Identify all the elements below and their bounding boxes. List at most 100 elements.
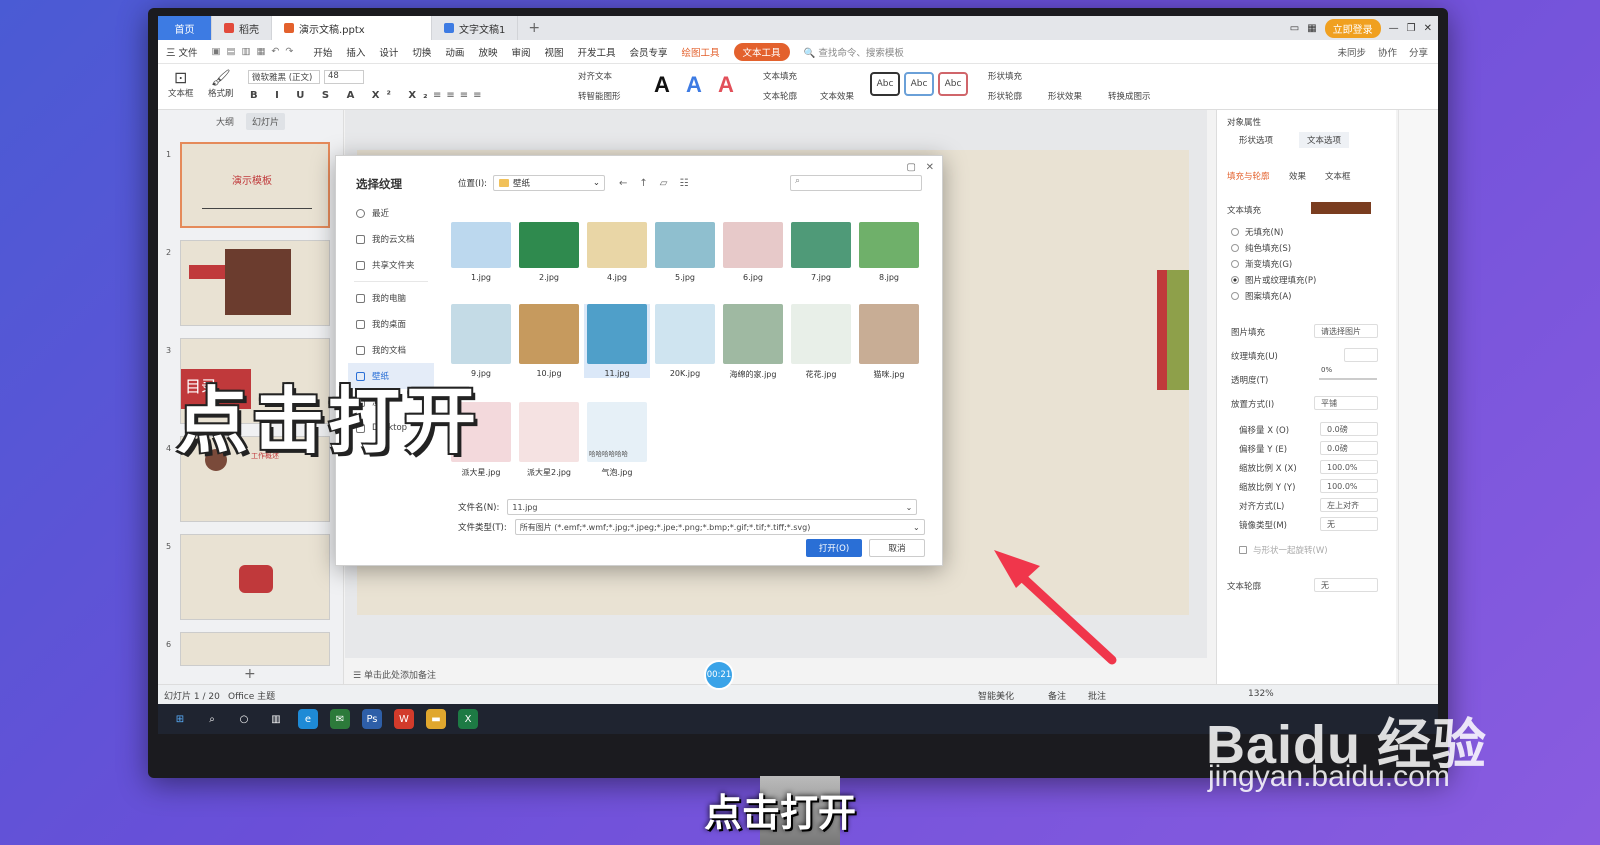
shape-fill-button[interactable]: 形状填充 <box>988 70 1022 82</box>
subtab-fill-outline[interactable]: 填充与轮廓 <box>1227 170 1270 182</box>
scale-y-stepper[interactable]: 100.0% <box>1320 479 1378 493</box>
nav-recent[interactable]: 最近 <box>348 200 434 226</box>
back-icon[interactable]: ← <box>619 178 627 189</box>
slide-thumb-2[interactable] <box>180 240 330 326</box>
quick-access-icons[interactable]: ▣▤▥▦↶↷ <box>212 46 300 57</box>
beautify-button[interactable]: 智能美化 <box>978 689 1014 702</box>
menu-devtools[interactable]: 开发工具 <box>577 45 615 59</box>
opt-no-fill[interactable]: 无填充(N) <box>1231 226 1284 238</box>
file-item[interactable]: 7.jpg <box>788 222 854 282</box>
smart-shape-button[interactable]: 转智能图形 <box>578 90 621 102</box>
menu-member[interactable]: 会员专享 <box>630 45 668 59</box>
share-button[interactable]: 分享 <box>1409 45 1428 59</box>
file-item[interactable]: 8.jpg <box>856 222 922 282</box>
tab-text-options[interactable]: 文本选项 <box>1299 132 1350 148</box>
open-button[interactable]: 打开(O) <box>806 539 862 557</box>
align-select[interactable]: 左上对齐 <box>1320 498 1378 512</box>
cortana-icon[interactable]: ○ <box>234 709 254 729</box>
login-button[interactable]: 立即登录 <box>1324 19 1381 38</box>
slide-thumb-5[interactable] <box>180 534 330 620</box>
file-item[interactable]: 4.jpg <box>584 222 650 282</box>
menu-view[interactable]: 视图 <box>544 45 563 59</box>
excel-icon[interactable]: X <box>458 709 478 729</box>
menu-text-tool[interactable]: 文本工具 <box>733 42 790 61</box>
opt-gradient-fill[interactable]: 渐变填充(G) <box>1231 258 1292 270</box>
file-item[interactable]: 海绵的家.jpg <box>720 304 786 380</box>
text-effect-button[interactable]: 文本效果 <box>820 90 854 102</box>
nav-shared[interactable]: 共享文件夹 <box>348 252 434 278</box>
notes-bar[interactable]: ☰ 单击此处添加备注 <box>345 664 1207 684</box>
slide-thumb-1[interactable]: 演示模板 <box>180 142 330 228</box>
notes-button[interactable]: 备注 <box>1048 689 1066 702</box>
ps-icon[interactable]: Ps <box>362 709 382 729</box>
file-item[interactable]: 1.jpg <box>448 222 514 282</box>
menu-transition[interactable]: 切换 <box>412 45 431 59</box>
texture-fill-select[interactable] <box>1344 348 1378 362</box>
textbox-button[interactable]: ⊡ 文本框 <box>168 68 194 99</box>
grid-icon[interactable]: ▦ <box>1307 23 1316 34</box>
file-item[interactable]: 6.jpg <box>720 222 786 282</box>
cancel-button[interactable]: 取消 <box>869 539 925 557</box>
close-icon[interactable]: ✕ <box>1424 23 1432 34</box>
zoom-level[interactable]: 132% <box>1248 689 1274 699</box>
location-select[interactable]: 壁纸 ⌄ <box>493 175 606 191</box>
up-icon[interactable]: ↑ <box>639 178 647 189</box>
tab-outline[interactable]: 大纲 <box>216 115 234 128</box>
shape-style-1[interactable]: Abc <box>870 72 900 96</box>
font-size-select[interactable]: 48 <box>324 70 364 84</box>
wps-icon[interactable]: W <box>394 709 414 729</box>
file-item[interactable]: 20K.jpg <box>652 304 718 378</box>
format-brush-button[interactable]: 🖌 格式刷 <box>208 68 234 99</box>
tab-slides[interactable]: 幻灯片 <box>246 112 286 130</box>
menu-start[interactable]: 开始 <box>313 45 332 59</box>
add-slide-button[interactable]: + <box>244 666 256 682</box>
scale-x-stepper[interactable]: 100.0% <box>1320 460 1378 474</box>
text-style-blue[interactable]: A <box>686 72 702 98</box>
tab-presentation[interactable]: 演示文稿.pptx <box>272 16 432 40</box>
unsync-button[interactable]: 未同步 <box>1337 45 1366 59</box>
placement-select[interactable]: 平铺 <box>1314 396 1378 410</box>
file-item-selected[interactable]: 11.jpg <box>584 304 650 378</box>
text-outline-select[interactable]: 无 <box>1314 578 1378 592</box>
menu-review[interactable]: 审阅 <box>511 45 530 59</box>
layout-icon[interactable]: ▭ <box>1290 23 1299 34</box>
mirror-select[interactable]: 无 <box>1320 517 1378 531</box>
text-fill-button[interactable]: 文本填充 <box>763 70 797 82</box>
offset-x-stepper[interactable]: 0.0磅 <box>1320 422 1378 436</box>
font-style-buttons[interactable]: B I U S A X² X₂ <box>250 90 434 101</box>
text-outline-button[interactable]: 文本轮廓 <box>763 90 797 102</box>
rotate-with-shape-checkbox[interactable]: 与形状一起旋转(W) <box>1239 544 1328 556</box>
shape-style-2[interactable]: Abc <box>904 72 934 96</box>
shape-effect-button[interactable]: 形状效果 <box>1048 90 1082 102</box>
command-search[interactable]: 🔍 查找命令、搜索模板 <box>804 45 904 59</box>
opt-picture-fill[interactable]: 图片或纹理填充(P) <box>1231 274 1316 286</box>
dialog-close-icon[interactable]: ✕ <box>926 162 934 173</box>
file-item[interactable]: 5.jpg <box>652 222 718 282</box>
tab-shape-options[interactable]: 形状选项 <box>1239 134 1273 146</box>
menu-insert[interactable]: 插入 <box>346 45 365 59</box>
file-item[interactable]: 2.jpg <box>516 222 582 282</box>
wechat-icon[interactable]: ✉ <box>330 709 350 729</box>
texture-swatch[interactable] <box>1311 202 1371 214</box>
transparency-slider[interactable] <box>1319 378 1377 380</box>
slide-thumb-6[interactable] <box>180 632 330 666</box>
subtab-effect[interactable]: 效果 <box>1289 170 1306 182</box>
file-item[interactable]: 花花.jpg <box>788 304 854 380</box>
dialog-search-input[interactable]: ⌕ <box>790 175 922 191</box>
browser-icon[interactable]: e <box>298 709 318 729</box>
nav-cloud[interactable]: 我的云文档 <box>348 226 434 252</box>
filetype-select[interactable]: 所有图片 (*.emf;*.wmf;*.jpg;*.jpeg;*.jpe;*.p… <box>514 519 925 535</box>
opt-solid-fill[interactable]: 纯色填充(S) <box>1231 242 1291 254</box>
folder-icon[interactable]: ▬ <box>426 709 446 729</box>
nav-desktop-cn[interactable]: 我的桌面 <box>348 311 434 337</box>
menu-file[interactable]: 三 文件 <box>166 45 198 59</box>
menu-draw-tool[interactable]: 绘图工具 <box>682 45 720 59</box>
opt-pattern-fill[interactable]: 图案填充(A) <box>1231 290 1291 302</box>
file-item[interactable]: 派大星2.jpg <box>516 402 582 478</box>
tab-home[interactable]: 首页 <box>158 16 212 40</box>
nav-documents[interactable]: 我的文档 <box>348 337 434 363</box>
subtab-textbox[interactable]: 文本框 <box>1325 170 1351 182</box>
pic-fill-select[interactable]: 请选择图片 <box>1314 324 1378 338</box>
task-view-icon[interactable]: ▥ <box>266 709 286 729</box>
new-tab-button[interactable]: + <box>518 20 550 36</box>
